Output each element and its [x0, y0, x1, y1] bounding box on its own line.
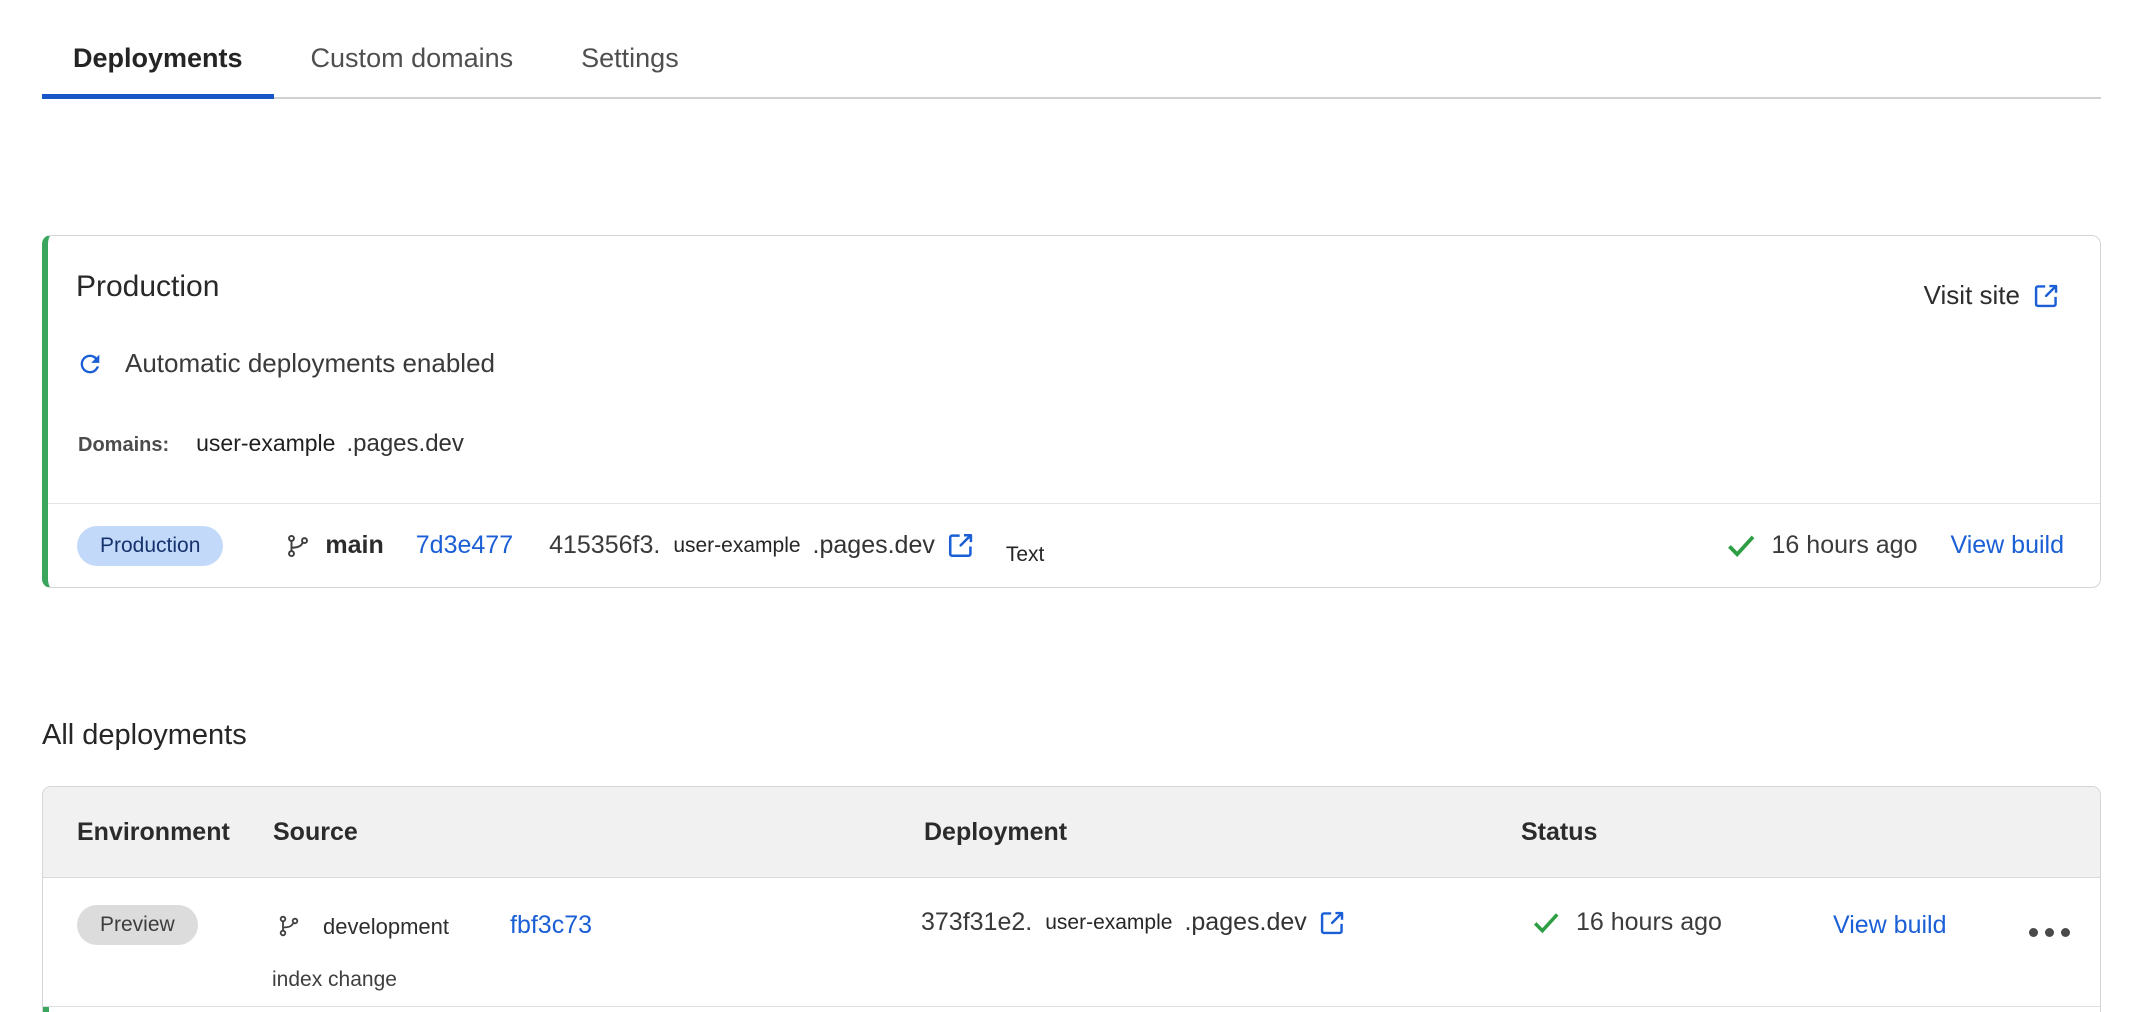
tab-bar: Deployments Custom domains Settings	[42, 0, 2101, 99]
deployment-suffix: .pages.dev	[813, 531, 935, 560]
deployment-id: 373f31e2.	[921, 908, 1032, 937]
tab-custom-domains[interactable]: Custom domains	[280, 20, 545, 97]
domains-label: Domains:	[78, 434, 169, 457]
deployment-time: 16 hours ago	[1772, 531, 1918, 560]
automatic-deployments-status: Automatic deployments enabled	[76, 348, 495, 379]
ellipsis-icon	[2061, 928, 2070, 937]
commit-link[interactable]: 7d3e477	[416, 531, 513, 560]
deployment-time: 16 hours ago	[1576, 908, 1722, 937]
tab-deployments-label: Deployments	[73, 43, 243, 74]
column-environment: Environment	[77, 787, 230, 877]
tab-settings-label: Settings	[581, 43, 679, 74]
production-card: Production Visit site Automatic deployme…	[42, 235, 2101, 588]
visit-site-label: Visit site	[1924, 280, 2020, 311]
deployment-host: user-example	[1045, 911, 1172, 935]
production-deployment-row: Production main 7d3e477 415356f3. user-e…	[48, 504, 2100, 587]
automatic-deployments-text: Automatic deployments enabled	[125, 348, 495, 379]
tab-settings[interactable]: Settings	[550, 20, 710, 97]
production-card-title: Production	[76, 270, 219, 304]
domain-name: user-example	[196, 430, 335, 457]
success-check-icon	[1726, 531, 1756, 561]
tab-deployments[interactable]: Deployments	[42, 20, 274, 97]
environment-badge-production: Production	[77, 526, 223, 566]
deployment-status: 16 hours ago	[1532, 908, 1722, 937]
refresh-icon	[76, 350, 104, 378]
ellipsis-icon	[2029, 928, 2038, 937]
external-link-icon	[2032, 282, 2060, 310]
deployment-suffix: .pages.dev	[1184, 908, 1306, 937]
all-deployments-title: All deployments	[42, 719, 247, 752]
commit-message: Text	[1006, 543, 1045, 567]
branch-name: main	[325, 531, 383, 560]
deployment-url: 373f31e2. user-example .pages.dev	[921, 908, 1346, 937]
success-check-icon	[1532, 909, 1560, 937]
branch-name: development	[323, 914, 449, 940]
ellipsis-icon	[2045, 928, 2054, 937]
external-link-icon[interactable]	[1318, 909, 1346, 937]
view-build-link[interactable]: View build	[1833, 911, 1947, 940]
more-options-button[interactable]	[2027, 922, 2072, 943]
environment-badge-preview: Preview	[77, 905, 198, 945]
domains-line: Domains: user-example .pages.dev	[78, 430, 464, 458]
commit-message: index change	[272, 968, 397, 992]
table-row: Preview development fbf3c73 index change…	[43, 878, 2100, 1007]
tab-custom-domains-label: Custom domains	[311, 43, 514, 74]
deployment-host: user-example	[673, 534, 800, 558]
external-link-icon[interactable]	[946, 531, 975, 560]
visit-site-link[interactable]: Visit site	[1924, 280, 2060, 311]
column-status: Status	[1521, 787, 1597, 877]
pages-project-page: Deployments Custom domains Settings Prod…	[0, 0, 2132, 1012]
commit-link[interactable]: fbf3c73	[510, 911, 592, 940]
git-branch-icon	[285, 533, 311, 559]
git-branch-icon	[277, 914, 301, 938]
view-build-link[interactable]: View build	[1950, 531, 2064, 560]
column-source: Source	[273, 787, 358, 877]
deployments-table: Environment Source Deployment Status Pre…	[42, 786, 2101, 1012]
table-header: Environment Source Deployment Status	[43, 787, 2100, 878]
deployment-id: 415356f3.	[549, 531, 660, 560]
domain-suffix: .pages.dev	[346, 430, 463, 458]
next-row-partial	[43, 1007, 2100, 1012]
column-deployment: Deployment	[924, 787, 1067, 877]
